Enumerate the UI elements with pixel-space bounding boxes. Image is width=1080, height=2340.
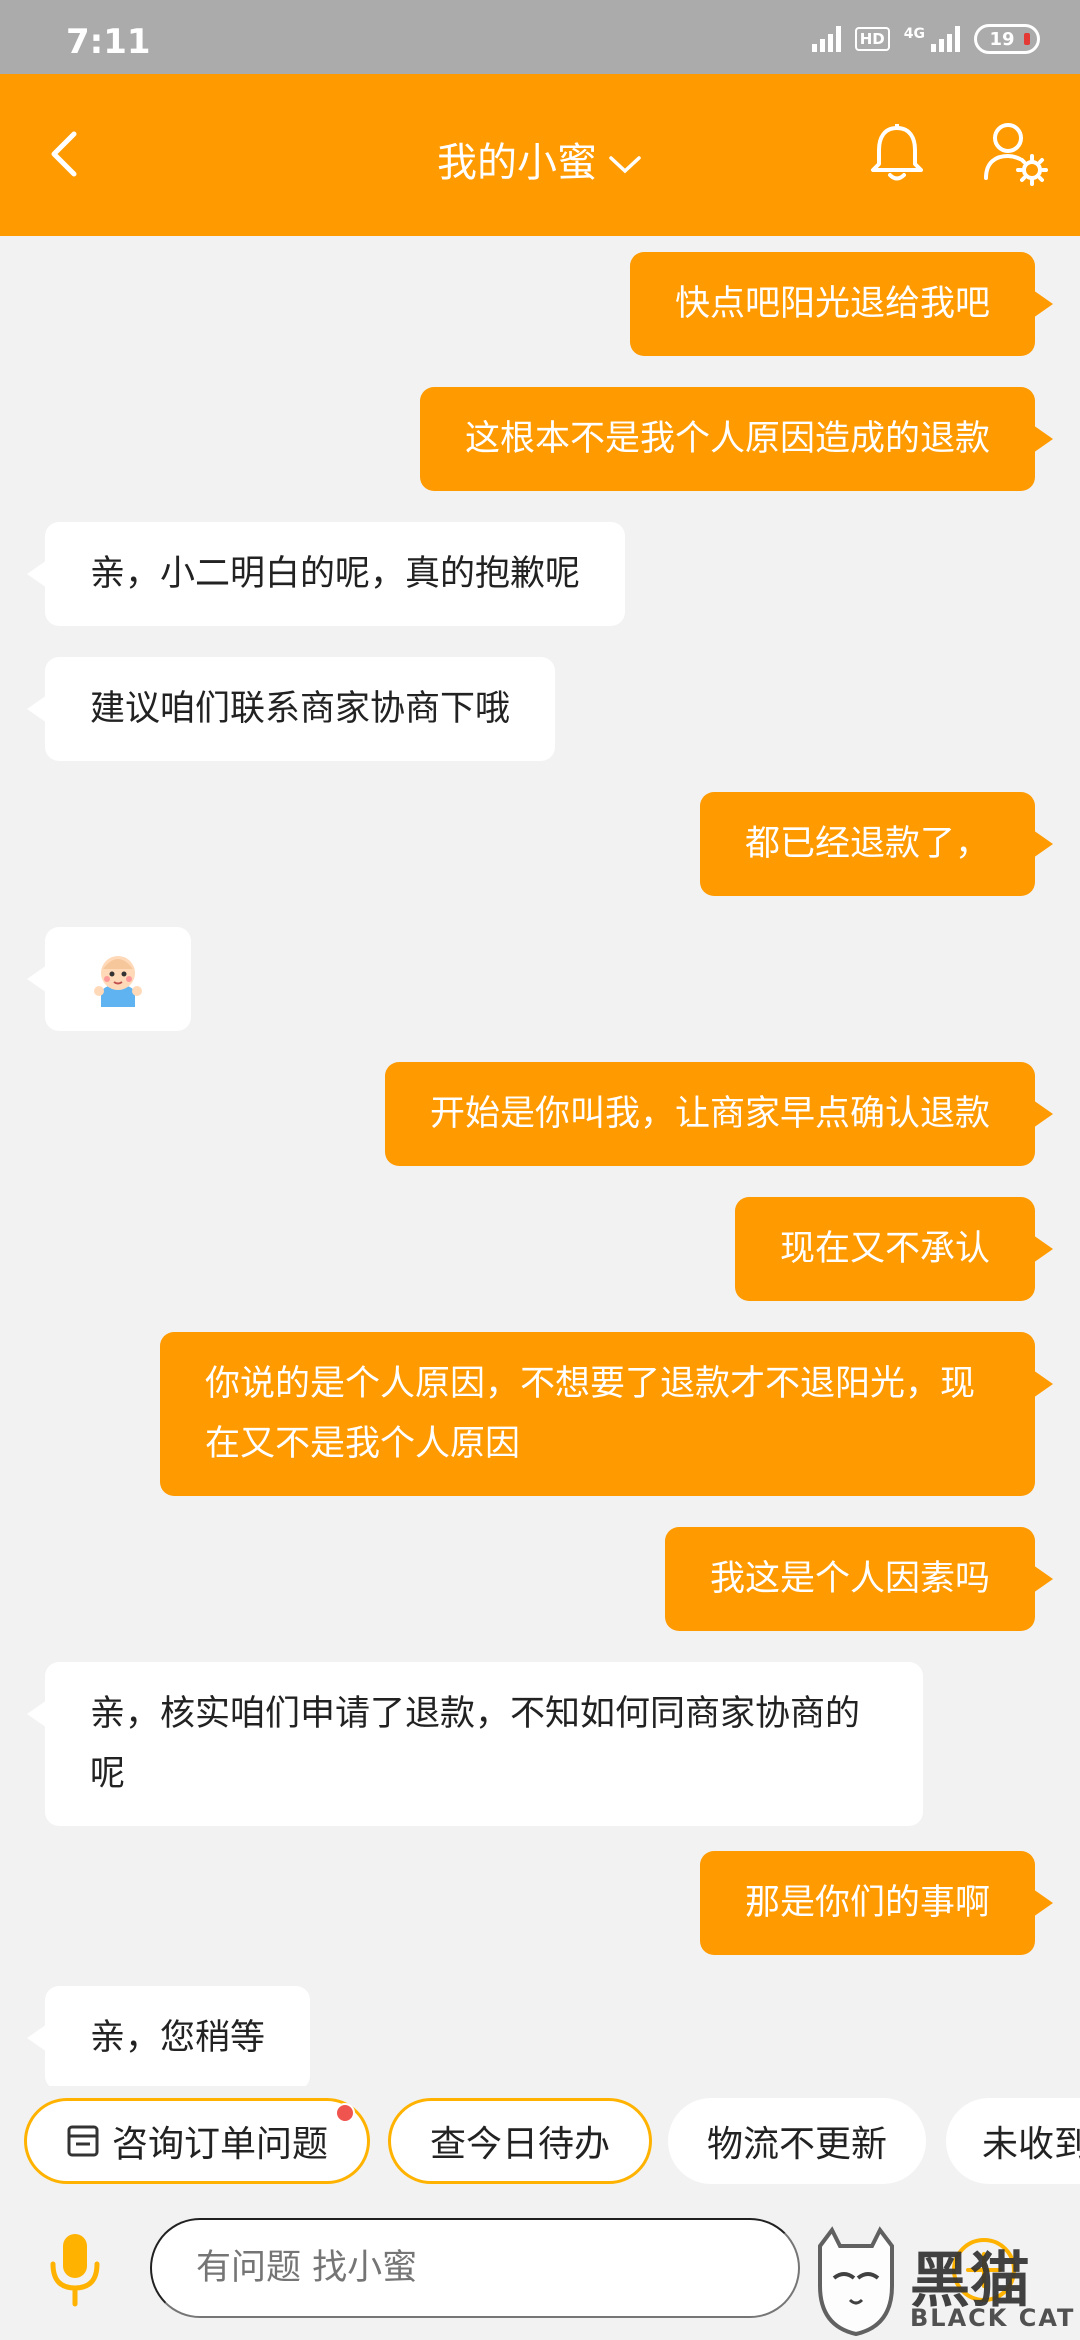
message-bubble: 亲，小二明白的呢，真的抱歉呢	[26, 522, 626, 626]
hd-badge: HD	[854, 27, 890, 51]
message-text: 建议咱们联系商家协商下哦	[90, 689, 511, 729]
black-cat-watermark: 黑猫 BLACK CAT	[810, 2226, 1080, 2340]
status-icons: HD 4G 19	[811, 24, 1040, 54]
battery-level: 19	[989, 28, 1015, 50]
message-text: 你说的是个人原因，不想要了退款才不退阳光，现在又不是我个人原因	[205, 1364, 976, 1464]
notification-dot	[335, 2103, 355, 2123]
quick-reply-chip[interactable]: 未收到	[946, 2098, 1080, 2184]
message-text: 这根本不是我个人原因造成的退款	[464, 419, 990, 459]
message-text: 那是你们的事啊	[744, 1883, 990, 1923]
cat-logo-icon	[818, 2226, 894, 2337]
message-bubble: 这根本不是我个人原因造成的退款	[419, 387, 1054, 491]
message-text: 亲，核实咱们申请了退款，不知如何同商家协商的呢	[90, 1694, 861, 1794]
message-bubble: 开始是你叫我，让商家早点确认退款	[384, 1062, 1054, 1166]
bell-icon[interactable]	[868, 122, 926, 184]
message-text: 快点吧阳光退给我吧	[674, 284, 990, 324]
chip-label: 未收到	[982, 2124, 1080, 2165]
message-bubble	[27, 927, 191, 1031]
chip-label: 查今日待办	[429, 2124, 610, 2165]
quick-reply-chip[interactable]: 咨询订单问题	[24, 2098, 370, 2184]
quick-reply-bar: 咨询订单问题 查今日待办 物流不更新 未收到	[0, 2086, 1080, 2196]
message-bubble: 都已经退款了，	[699, 792, 1054, 896]
microphone-icon[interactable]	[42, 2230, 108, 2308]
message-text: 亲，小二明白的呢，真的抱歉呢	[90, 554, 581, 594]
message-bubble: 快点吧阳光退给我吧	[629, 252, 1054, 356]
order-icon	[67, 2125, 99, 2157]
page-title: 我的小蜜	[437, 140, 597, 186]
user-settings-icon[interactable]	[980, 118, 1050, 188]
signal-icon	[811, 26, 841, 52]
message-text: 现在又不承认	[779, 1229, 990, 1269]
message-bubble: 亲，核实咱们申请了退款，不知如何同商家协商的呢	[27, 1662, 923, 1826]
baby-emoji-icon	[94, 956, 142, 1007]
network-type: 4G	[903, 26, 925, 42]
message-bubble: 建议咱们联系商家协商下哦	[26, 657, 556, 761]
status-time: 7:11	[66, 22, 151, 62]
message-bubble: 你说的是个人原因，不想要了退款才不退阳光，现在又不是我个人原因	[160, 1332, 1053, 1496]
chip-label: 咨询订单问题	[111, 2124, 328, 2165]
app-header: 我的小蜜	[0, 74, 1080, 236]
signal-icon-2	[931, 26, 960, 52]
message-bubble: 我这是个人因素吗	[664, 1527, 1054, 1631]
message-text: 都已经退款了，	[744, 824, 990, 864]
status-bar: 7:11 HD 4G 19	[0, 0, 1080, 74]
chip-label: 物流不更新	[706, 2124, 887, 2165]
message-text: 亲，您稍等	[90, 2018, 266, 2058]
chevron-down-icon	[609, 156, 641, 174]
quick-reply-chip[interactable]: 查今日待办	[388, 2098, 652, 2184]
message-bubble: 亲，您稍等	[26, 1986, 311, 2086]
message-text: 我这是个人因素吗	[709, 1559, 990, 1599]
message-bubble: 现在又不承认	[734, 1197, 1054, 1301]
message-input[interactable]	[150, 2218, 800, 2318]
battery-icon: 19	[974, 24, 1040, 54]
watermark-subtext: BLACK CAT	[910, 2304, 1076, 2332]
chat-area[interactable]: 快点吧阳光退给我吧 这根本不是我个人原因造成的退款 亲，小二明白的呢，真的抱歉呢…	[0, 236, 1080, 2086]
quick-reply-chip[interactable]: 物流不更新	[668, 2098, 926, 2184]
message-text: 开始是你叫我，让商家早点确认退款	[429, 1094, 990, 1134]
message-bubble: 那是你们的事啊	[699, 1851, 1054, 1955]
